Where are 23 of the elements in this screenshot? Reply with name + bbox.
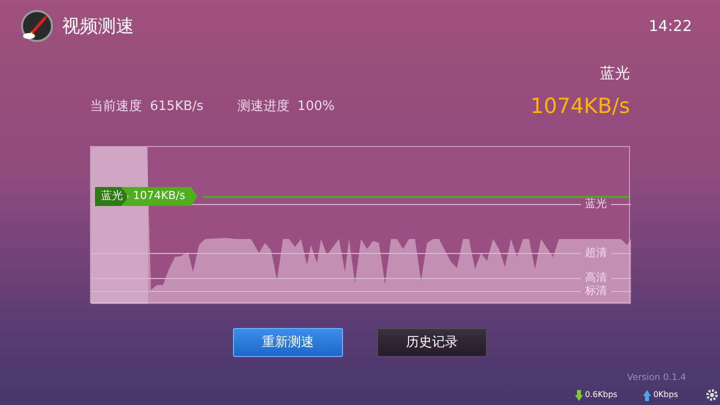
app-title: 视频测速 <box>62 14 134 38</box>
stat-value: 100% <box>297 98 335 116</box>
clock-time: 14:22 <box>648 16 692 37</box>
stat-value: 615KB/s <box>150 98 204 116</box>
stat-label: 当前速度 <box>90 98 142 116</box>
settings-icon[interactable] <box>706 389 718 401</box>
upload-arrow-icon <box>643 390 652 400</box>
quality-label: 蓝光 <box>600 63 630 84</box>
action-button[interactable]: 历史记录 <box>377 328 487 357</box>
speed-value: 1074KB/s <box>530 92 630 120</box>
action-button[interactable]: 重新测速 <box>233 328 343 357</box>
stat-label: 测速进度 <box>237 98 290 116</box>
threshold-label: 标清 <box>584 283 608 299</box>
threshold-label: 超清 <box>584 245 608 261</box>
badge-quality: 蓝光 <box>95 187 127 206</box>
threshold-label: 蓝光 <box>584 196 608 212</box>
download-rate: 0.6Kbps <box>585 389 618 401</box>
download-arrow-icon <box>575 390 584 400</box>
upload-rate: 0Kbps <box>653 389 678 401</box>
badge-speed: 1074KB/s <box>121 187 198 206</box>
rocket-logo-icon <box>20 9 54 43</box>
threshold-label: 高清 <box>584 270 608 285</box>
version-label: Version 0.1.4 <box>627 372 686 384</box>
